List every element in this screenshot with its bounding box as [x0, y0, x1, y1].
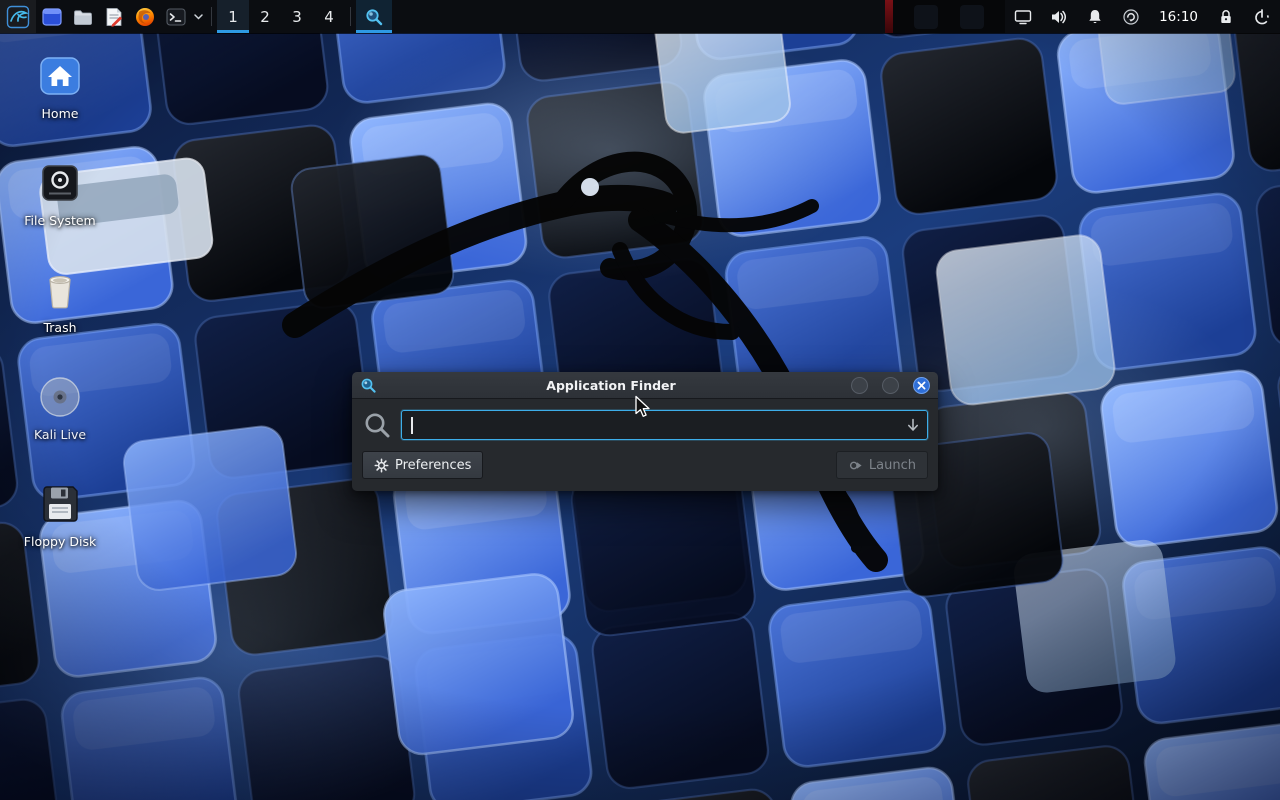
maximize-button[interactable]	[882, 377, 899, 394]
desktop-icon-label: Kali Live	[34, 428, 86, 442]
workspace-1-label: 1	[228, 8, 238, 26]
launch-icon	[848, 458, 863, 473]
mouse-cursor	[634, 395, 656, 419]
close-icon	[917, 381, 926, 390]
panel-right: 16:10	[885, 0, 1280, 33]
launcher-terminal[interactable]	[160, 0, 191, 33]
search-input-wrap	[401, 410, 928, 440]
application-finder-window: Application Finder	[352, 372, 938, 491]
lock-icon	[1217, 8, 1235, 26]
workspace-3-label: 3	[292, 8, 302, 26]
desktop-icon-floppy-disk[interactable]: Floppy Disk	[12, 480, 108, 549]
preferences-button[interactable]: Preferences	[362, 451, 483, 479]
workspace-3[interactable]: 3	[281, 0, 313, 33]
launch-label: Launch	[869, 458, 916, 473]
volume-icon	[1050, 8, 1068, 26]
panel-left: 1 2 3 4	[0, 0, 392, 33]
volume-tray-button[interactable]	[1041, 0, 1077, 33]
desktop-icon-trash[interactable]: Trash	[12, 266, 108, 335]
launcher-file-manager[interactable]	[67, 0, 98, 33]
desktop-icon-home[interactable]: Home	[12, 52, 108, 121]
updates-tray-button[interactable]	[1113, 0, 1149, 33]
clock[interactable]: 16:10	[1149, 0, 1208, 33]
window-title: Application Finder	[385, 378, 837, 393]
chevron-down-icon	[193, 11, 204, 22]
panel-separator	[211, 7, 212, 26]
taskbar-application-finder[interactable]	[356, 0, 392, 33]
trash-icon	[36, 266, 84, 314]
window-app-icon[interactable]	[360, 377, 377, 394]
system-graph-widget[interactable]	[893, 0, 1005, 33]
window-icon	[41, 6, 63, 28]
close-button[interactable]	[913, 377, 930, 394]
launcher-text-editor[interactable]	[98, 0, 129, 33]
workspace-2-label: 2	[260, 8, 270, 26]
document-icon	[103, 6, 125, 28]
launcher-dropdown-button[interactable]	[191, 0, 206, 33]
clock-label: 16:10	[1159, 9, 1198, 25]
display-tray-button[interactable]	[1005, 0, 1041, 33]
workspace-2[interactable]: 2	[249, 0, 281, 33]
search-input[interactable]	[413, 418, 906, 433]
firefox-icon	[134, 6, 156, 28]
search-icon	[362, 410, 392, 440]
desktop-icon-label: File System	[24, 214, 96, 228]
power-icon	[1253, 8, 1271, 26]
sensor-bar[interactable]	[885, 0, 893, 33]
top-panel: 1 2 3 4	[0, 0, 1280, 33]
notifications-icon	[1086, 8, 1104, 26]
launcher-firefox[interactable]	[129, 0, 160, 33]
minimize-button[interactable]	[851, 377, 868, 394]
dropdown-arrow-icon[interactable]	[905, 417, 921, 433]
desktop[interactable]: 1 2 3 4	[0, 0, 1280, 800]
button-row: Preferences Launch	[362, 451, 928, 479]
tray-hidden-icon[interactable]	[960, 5, 984, 29]
launcher-window[interactable]	[36, 0, 67, 33]
app-finder-icon	[364, 7, 384, 27]
launch-button[interactable]: Launch	[836, 451, 928, 479]
home-icon	[36, 52, 84, 100]
display-icon	[1014, 8, 1032, 26]
floppy-disk-icon	[36, 480, 84, 528]
desktop-icon-kali-live[interactable]: Kali Live	[12, 373, 108, 442]
workspace-4[interactable]: 4	[313, 0, 345, 33]
desktop-icon-label: Home	[42, 107, 79, 121]
desktop-icon-label: Floppy Disk	[24, 535, 96, 549]
kali-live-icon	[36, 373, 84, 421]
updates-icon	[1122, 8, 1140, 26]
power-button[interactable]	[1244, 0, 1280, 33]
lock-screen-button[interactable]	[1208, 0, 1244, 33]
workspace-1[interactable]: 1	[217, 0, 249, 33]
kali-menu-icon	[6, 5, 30, 29]
notifications-tray-button[interactable]	[1077, 0, 1113, 33]
file-system-icon	[36, 159, 84, 207]
workspace-4-label: 4	[324, 8, 334, 26]
kali-menu-button[interactable]	[0, 0, 36, 33]
terminal-icon	[165, 6, 187, 28]
preferences-label: Preferences	[395, 458, 471, 473]
folder-icon	[72, 6, 94, 28]
desktop-icon-label: Trash	[43, 321, 76, 335]
gear-icon	[374, 458, 389, 473]
desktop-icon-file-system[interactable]: File System	[12, 159, 108, 228]
panel-separator	[350, 7, 351, 26]
tray-hidden-icon[interactable]	[914, 5, 938, 29]
